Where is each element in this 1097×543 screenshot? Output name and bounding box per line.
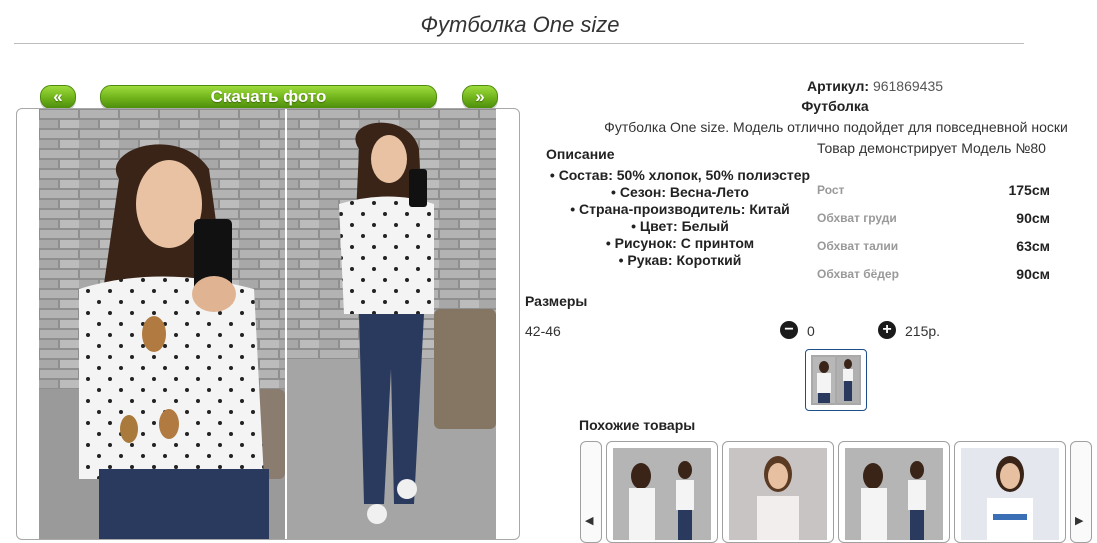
measure-label-waist: Обхват талии: [817, 239, 899, 253]
measure-label-chest: Обхват груди: [817, 211, 897, 225]
sku-label: Артикул:: [806, 78, 870, 94]
similar-item[interactable]: [722, 441, 834, 543]
prev-photo-button[interactable]: «: [40, 85, 76, 109]
feature-item: Рисунок: С принтом: [540, 235, 820, 252]
model-note: Товар демонстрирует Модель №80: [817, 140, 1046, 156]
plus-circle-icon[interactable]: +: [878, 321, 896, 339]
minus-circle-icon[interactable]: −: [780, 321, 798, 339]
feature-item: Рукав: Короткий: [540, 252, 820, 269]
feature-list: Состав: 50% хлопок, 50% полиэстер Сезон:…: [540, 167, 820, 269]
feature-item: Состав: 50% хлопок, 50% полиэстер: [540, 167, 820, 184]
measure-value-waist: 63см: [1016, 238, 1050, 254]
measure-value-hips: 90см: [1016, 266, 1050, 282]
price: 215р.: [905, 323, 941, 339]
selected-thumbnail[interactable]: [805, 349, 867, 411]
quantity-value[interactable]: 0: [807, 323, 815, 339]
measure-value-height: 175см: [1008, 182, 1050, 198]
next-photo-button[interactable]: »: [462, 85, 498, 109]
similar-item[interactable]: [954, 441, 1066, 543]
feature-item: Страна-производитель: Китай: [540, 201, 820, 218]
product-description: Футболка One size. Модель отлично подойд…: [604, 119, 1068, 135]
measure-label-hips: Обхват бёдер: [817, 267, 899, 281]
similar-item[interactable]: [606, 441, 718, 543]
size-range: 42-46: [525, 323, 561, 339]
sizes-heading: Размеры: [525, 293, 588, 309]
carousel-prev-button[interactable]: ◀: [580, 441, 602, 543]
measure-value-chest: 90см: [1016, 210, 1050, 226]
feature-item: Сезон: Весна-Лето: [540, 184, 820, 201]
chevron-left-icon: ◀: [585, 515, 594, 527]
sku-value: 961869435: [872, 78, 944, 94]
feature-item: Цвет: Белый: [540, 218, 820, 235]
title-divider: [14, 43, 1024, 44]
sku-line: Артикул: 961869435: [540, 78, 1097, 94]
carousel-next-button[interactable]: ▶: [1070, 441, 1092, 543]
similar-heading: Похожие товары: [579, 417, 696, 433]
page-title: Футболка One size: [420, 12, 620, 37]
download-photo-button[interactable]: Скачать фото: [100, 85, 437, 109]
product-photo: [39, 109, 496, 539]
product-name: Футболка: [801, 98, 869, 114]
similar-item[interactable]: [838, 441, 950, 543]
description-heading: Описание: [546, 146, 615, 162]
measure-label-height: Рост: [817, 183, 845, 197]
chevron-right-icon: ▶: [1075, 515, 1084, 527]
